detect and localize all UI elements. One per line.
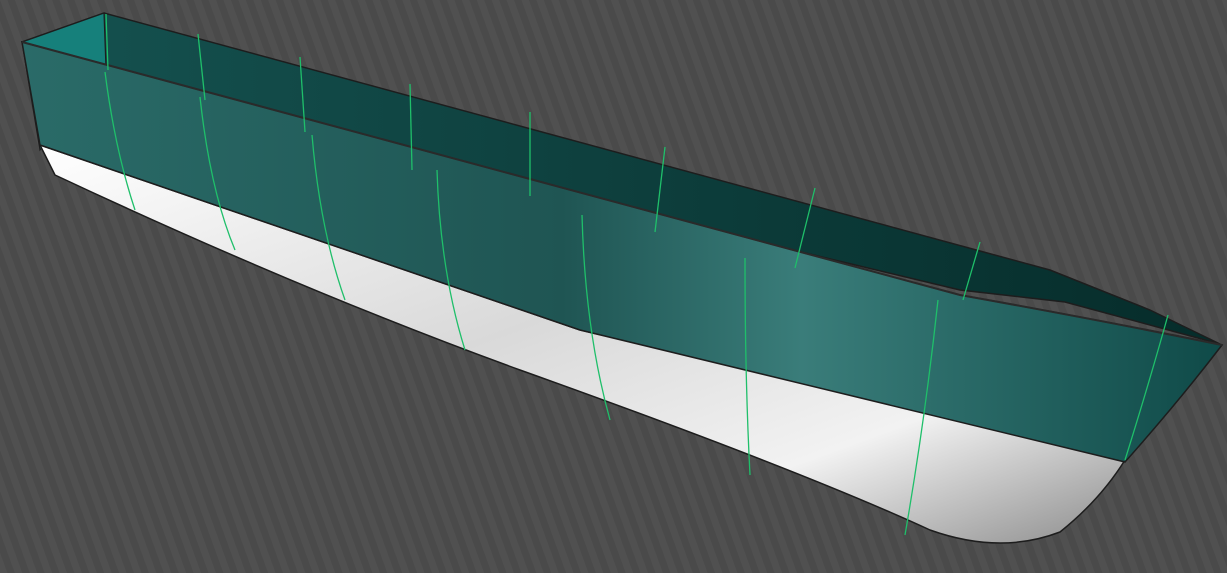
ship-hull-render xyxy=(0,0,1227,573)
3d-viewport[interactable] xyxy=(0,0,1227,573)
